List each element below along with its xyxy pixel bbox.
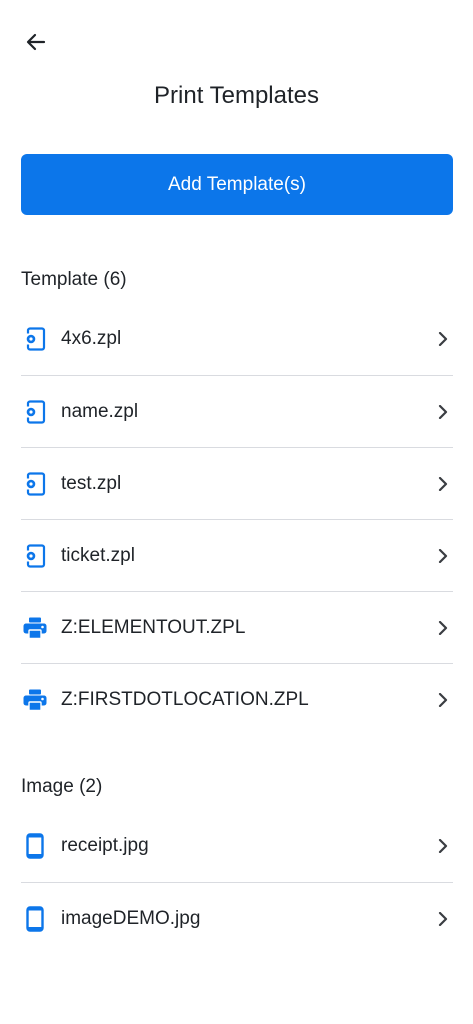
print-templates-screen: Print Templates Add Template(s) Template… [0,0,473,1024]
image-list: receipt.jpg imageDEMO.jpg [21,810,453,954]
phone-gear-icon [21,398,49,426]
back-button[interactable] [16,22,56,62]
page-title: Print Templates [154,82,319,109]
template-item-label: ticket.zpl [61,544,135,566]
image-item-label: receipt.jpg [61,835,149,856]
printer-icon [21,686,49,714]
template-item-label: test.zpl [61,472,122,494]
chevron-right-icon [433,329,453,349]
chevron-right-icon [433,836,453,856]
phone-gear-icon [21,470,49,498]
template-item-label: Z:ELEMENTOUT.ZPL [61,616,246,638]
chevron-right-icon [433,690,453,710]
template-item-ticket-zpl[interactable]: ticket.zpl [21,519,453,591]
add-template-button[interactable]: Add Template(s) [21,154,453,215]
phone-icon [21,905,49,933]
template-item-test-zpl[interactable]: test.zpl [21,447,453,519]
template-item-elementout-zpl[interactable]: Z:ELEMENTOUT.ZPL [21,591,453,663]
image-item-label: imageDEMO.jpg [61,907,201,929]
chevron-right-icon [433,909,453,929]
template-item-4x6-zpl[interactable]: 4x6.zpl [21,303,453,375]
image-section-header: Image (2) [21,776,103,797]
phone-icon [21,832,49,860]
template-item-firstdotlocation-zpl[interactable]: Z:FIRSTDOTLOCATION.ZPL [21,663,453,735]
template-list: 4x6.zpl name.zpl test.zpl ticket.zpl Z:E… [21,303,453,735]
chevron-right-icon [433,474,453,494]
chevron-right-icon [433,546,453,566]
template-section-header: Template (6) [21,269,127,290]
image-item-imagedemo-jpg[interactable]: imageDEMO.jpg [21,882,453,954]
template-item-label: name.zpl [61,400,139,422]
phone-gear-icon [21,325,49,353]
template-item-label: 4x6.zpl [61,328,122,349]
arrow-left-icon [26,33,46,51]
template-item-label: Z:FIRSTDOTLOCATION.ZPL [61,688,309,710]
chevron-right-icon [433,618,453,638]
chevron-right-icon [433,402,453,422]
printer-icon [21,614,49,642]
phone-gear-icon [21,542,49,570]
template-item-name-zpl[interactable]: name.zpl [21,375,453,447]
image-item-receipt-jpg[interactable]: receipt.jpg [21,810,453,882]
